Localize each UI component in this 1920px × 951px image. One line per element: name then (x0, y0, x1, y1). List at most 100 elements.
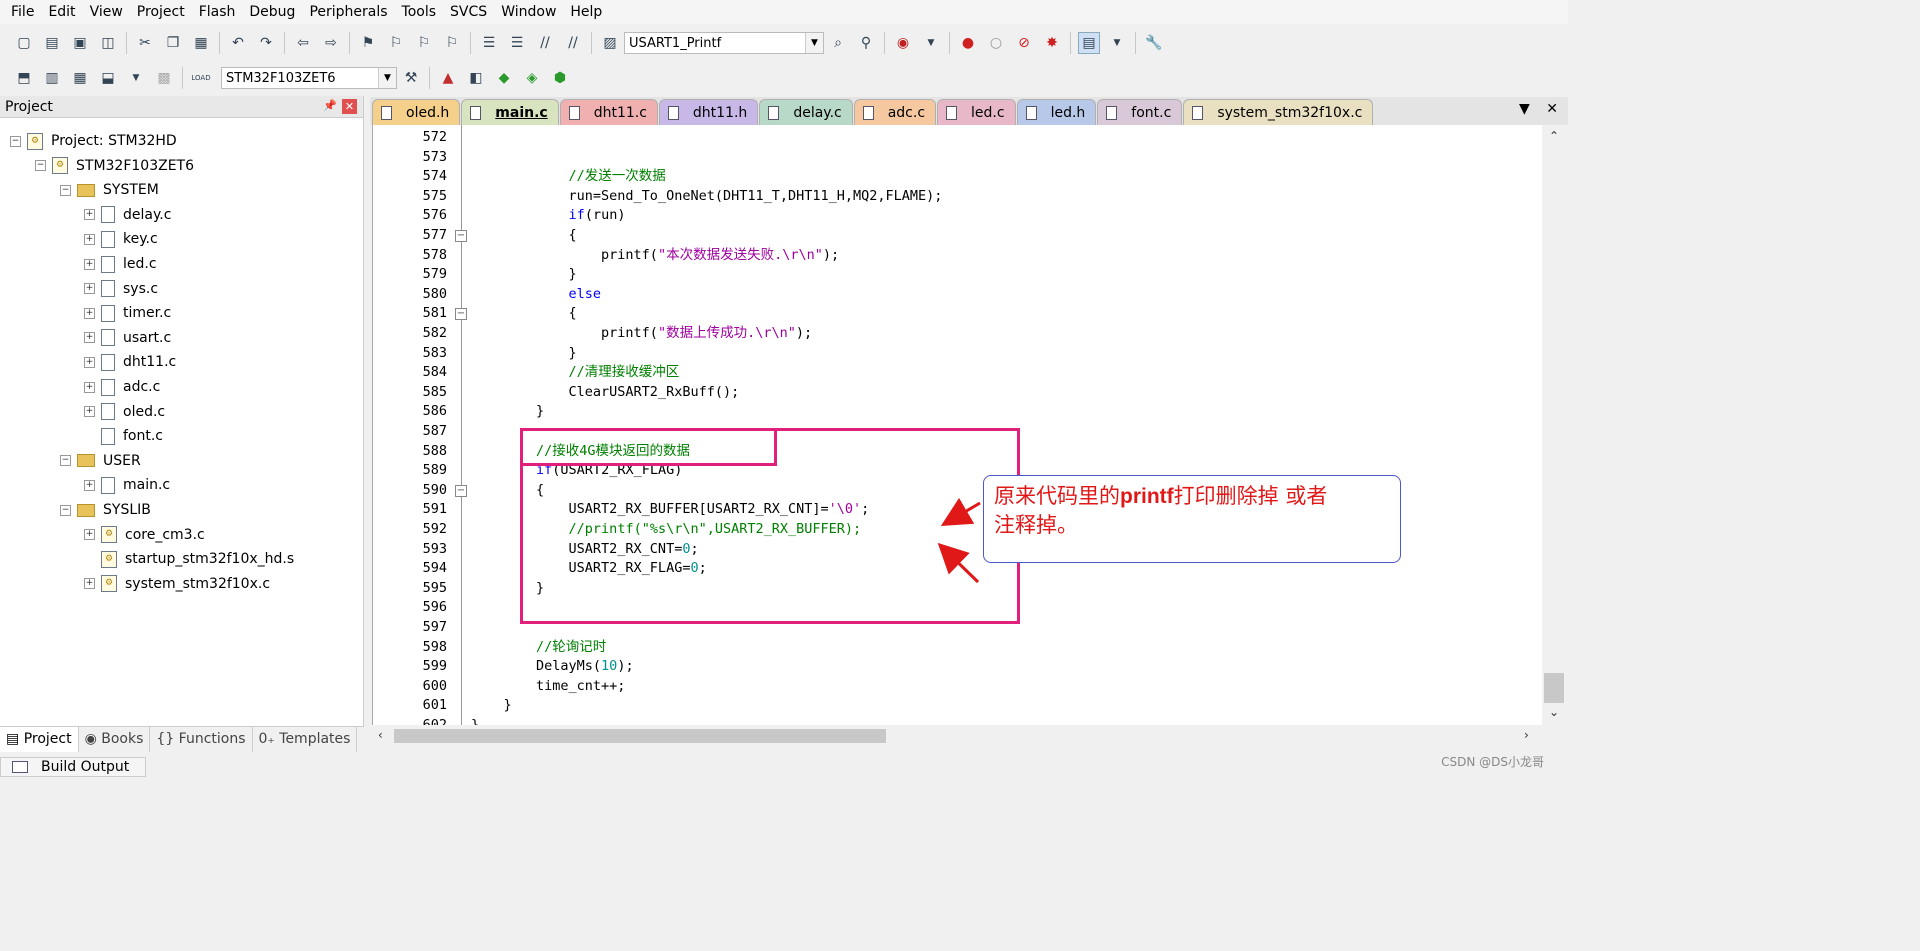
chevron-down-icon[interactable]: ▼ (125, 67, 147, 89)
expand-icon[interactable]: + (84, 529, 95, 541)
clear-bookmarks-icon[interactable]: ⚐ (441, 32, 463, 54)
expand-icon[interactable]: + (84, 283, 95, 295)
collapse-icon[interactable]: − (60, 455, 71, 467)
tree-file-font-c[interactable]: font.c (84, 424, 163, 448)
horizontal-scroll-thumb[interactable] (394, 729, 886, 743)
close-editor-icon[interactable]: ✕ (1546, 101, 1558, 117)
build-icon[interactable]: ▥ (41, 67, 63, 89)
chevron-down-icon[interactable]: ▼ (378, 68, 396, 88)
download-icon[interactable]: LOAD (190, 67, 212, 89)
close-icon[interactable]: ✕ (342, 99, 357, 114)
bookmark-icon[interactable]: ⚑ (357, 32, 379, 54)
panel-tab-functions[interactable]: {} Functions (150, 727, 253, 752)
menu-svcs[interactable]: SVCS (443, 0, 494, 24)
configure-icon[interactable]: 🔧 (1143, 32, 1165, 54)
menu-debug[interactable]: Debug (242, 0, 302, 24)
tree-file-led-c[interactable]: + led.c (84, 252, 157, 276)
tab-list-dropdown-icon[interactable]: ▼ (1519, 101, 1530, 117)
unindent-icon[interactable]: ☰ (506, 32, 528, 54)
tree-file-core_cm3-c[interactable]: + ⚙ core_cm3.c (84, 523, 205, 547)
chevron-down-icon[interactable]: ▼ (920, 32, 942, 54)
tree-file-system_stm32f10x-c[interactable]: + ⚙ system_stm32f10x.c (84, 572, 270, 596)
collapse-icon[interactable]: − (35, 160, 46, 172)
tree-item-project-root[interactable]: − ⚙ Project: STM32HD (10, 129, 177, 153)
tree-item-target[interactable]: − ⚙ STM32F103ZET6 (35, 154, 194, 178)
expand-icon[interactable]: + (84, 381, 95, 393)
tree-file-main-c[interactable]: + main.c (84, 473, 170, 497)
editor-tab-delay-c[interactable]: delay.c (759, 99, 853, 125)
manage-rte-icon[interactable]: ◧ (465, 67, 487, 89)
menu-edit[interactable]: Edit (41, 0, 82, 24)
menu-flash[interactable]: Flash (192, 0, 243, 24)
debug-session-icon[interactable]: ◉ (892, 32, 914, 54)
find-in-files-icon[interactable]: ▨ (599, 32, 621, 54)
pack-installer-icon[interactable]: ◈ (521, 67, 543, 89)
tree-file-sys-c[interactable]: + sys.c (84, 277, 158, 301)
editor-tab-dht11-c[interactable]: dht11.c (559, 99, 658, 125)
expand-icon[interactable]: + (84, 233, 95, 245)
expand-icon[interactable]: + (84, 332, 95, 344)
tree-group-syslib[interactable]: − SYSLIB (60, 498, 151, 522)
expand-icon[interactable]: + (84, 479, 95, 491)
window-layout-icon[interactable]: ▤ (1078, 32, 1100, 54)
code-editor[interactable]: 572 573 574 //发送一次数据 575 run=Send_To_OneNet… (372, 125, 1542, 725)
tree-group-user[interactable]: − USER (60, 449, 141, 473)
editor-tab-dht11-h[interactable]: dht11.h (658, 99, 759, 125)
nav-forward-icon[interactable]: ⇨ (320, 32, 342, 54)
scroll-down-icon[interactable]: ⌄ (1549, 705, 1559, 719)
disable-all-breakpoints-icon[interactable]: ⊘ (1013, 32, 1035, 54)
editor-tab-adc-c[interactable]: adc.c (853, 99, 937, 125)
fold-toggle-icon[interactable]: − (455, 308, 467, 321)
menu-peripherals[interactable]: Peripherals (302, 0, 394, 24)
expand-icon[interactable]: + (84, 578, 95, 590)
nav-back-icon[interactable]: ⇦ (292, 32, 314, 54)
editor-tab-system_stm32f10x-c[interactable]: system_stm32f10x.c (1183, 99, 1374, 125)
menu-file[interactable]: File (4, 0, 41, 24)
tree-file-usart-c[interactable]: + usart.c (84, 326, 171, 350)
collapse-icon[interactable]: − (10, 135, 21, 147)
save-all-icon[interactable]: ◫ (97, 32, 119, 54)
target-options-icon[interactable]: ⚒ (400, 67, 422, 89)
editor-tab-font-c[interactable]: font.c (1097, 99, 1183, 125)
rte-icon[interactable]: ⬢ (549, 67, 571, 89)
expand-icon[interactable]: + (84, 209, 95, 221)
scroll-left-icon[interactable]: ‹ (378, 728, 383, 742)
target-combo[interactable]: USART1_Printf ▼ (624, 32, 824, 54)
next-bookmark-icon[interactable]: ⚐ (413, 32, 435, 54)
pin-icon[interactable]: 📌 (323, 99, 337, 112)
rebuild-icon[interactable]: ▦ (69, 67, 91, 89)
panel-tab-books[interactable]: ◉ Books (79, 727, 151, 752)
stop-build-icon[interactable]: ▩ (153, 67, 175, 89)
tree-file-adc-c[interactable]: + adc.c (84, 375, 160, 399)
expand-icon[interactable]: + (84, 406, 95, 418)
device-combo[interactable]: STM32F103ZET6 ▼ (221, 67, 397, 89)
tree-file-startup_stm32f10x_hd-s[interactable]: ⚙ startup_stm32f10x_hd.s (84, 547, 294, 571)
tree-file-oled-c[interactable]: + oled.c (84, 400, 165, 424)
find-icon[interactable]: ⌕ (827, 32, 849, 54)
open-folder-icon[interactable]: ▤ (41, 32, 63, 54)
tree-group-system[interactable]: − SYSTEM (60, 178, 159, 202)
menu-tools[interactable]: Tools (395, 0, 444, 24)
expand-icon[interactable]: + (84, 307, 95, 319)
menu-project[interactable]: Project (130, 0, 192, 24)
cut-icon[interactable]: ✂ (134, 32, 156, 54)
tree-file-timer-c[interactable]: + timer.c (84, 301, 171, 325)
batch-build-icon[interactable]: ⬓ (97, 67, 119, 89)
menu-window[interactable]: Window (494, 0, 563, 24)
incremental-find-icon[interactable]: ⚲ (855, 32, 877, 54)
breakpoint-icon[interactable]: ● (957, 32, 979, 54)
kill-breakpoints-icon[interactable]: ✸ (1041, 32, 1063, 54)
select-packs-icon[interactable]: ◆ (493, 67, 515, 89)
editor-tab-led-c[interactable]: led.c (937, 99, 1016, 125)
editor-tab-main-c[interactable]: main.c (461, 99, 559, 125)
paste-icon[interactable]: ▦ (190, 32, 212, 54)
new-file-icon[interactable]: ▢ (13, 32, 35, 54)
copy-icon[interactable]: ❐ (162, 32, 184, 54)
comment-icon[interactable]: // (534, 32, 556, 54)
expand-icon[interactable]: + (84, 258, 95, 270)
disable-breakpoint-icon[interactable]: ○ (985, 32, 1007, 54)
menu-view[interactable]: View (83, 0, 130, 24)
redo-icon[interactable]: ↷ (255, 32, 277, 54)
manage-project-icon[interactable]: ▲ (437, 67, 459, 89)
chevron-down-icon[interactable]: ▼ (805, 33, 823, 53)
